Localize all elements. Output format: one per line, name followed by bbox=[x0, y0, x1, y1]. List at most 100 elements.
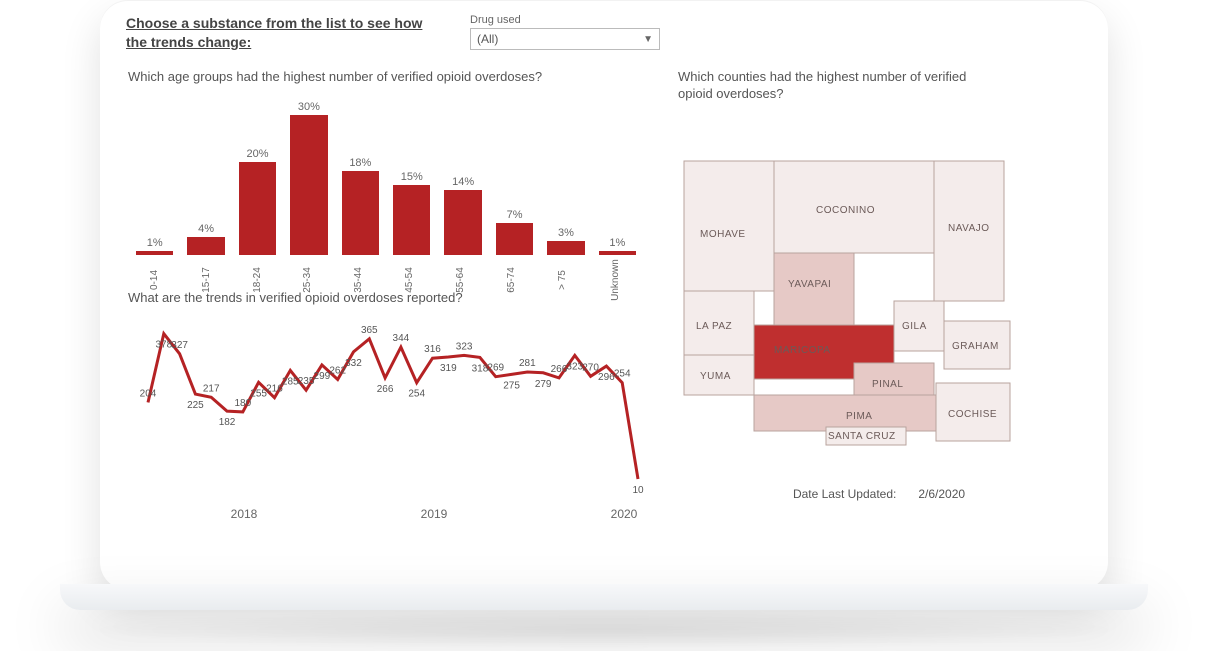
bar-rect bbox=[444, 190, 481, 255]
bar-value-label: 4% bbox=[198, 223, 214, 235]
instruction-text: Choose a substance from the list to see … bbox=[126, 14, 446, 52]
trend-point-label: 262 bbox=[329, 365, 346, 376]
bar-category-label: 15-17 bbox=[200, 268, 210, 294]
bar-65-74[interactable]: 7% bbox=[496, 209, 533, 256]
county-label: COCHISE bbox=[948, 409, 997, 420]
trend-point-label: 316 bbox=[424, 344, 441, 355]
bar-category-label: 0-14 bbox=[149, 270, 159, 290]
bar-rect bbox=[239, 162, 276, 255]
bar-value-label: 30% bbox=[298, 101, 320, 113]
trend-line bbox=[148, 334, 638, 479]
bar-category-label: 25-34 bbox=[302, 268, 312, 294]
drug-filter-label: Drug used bbox=[470, 14, 660, 26]
bar-rect bbox=[393, 185, 430, 255]
bar-category-label: 18-24 bbox=[251, 268, 261, 294]
updated-label: Date Last Updated: bbox=[793, 487, 896, 501]
drug-filter-select[interactable]: (All) ▼ bbox=[470, 28, 660, 50]
trend-point-label: 266 bbox=[377, 384, 394, 395]
trend-point-label: 275 bbox=[503, 380, 520, 391]
trend-point-label: 204 bbox=[140, 388, 157, 399]
county-label: COCONINO bbox=[816, 205, 875, 216]
trend-point-label: 323 bbox=[566, 361, 583, 372]
trend-point-label: 182 bbox=[219, 417, 236, 428]
bar-55-64[interactable]: 14% bbox=[444, 176, 481, 255]
laptop-screen: Choose a substance from the list to see … bbox=[100, 0, 1108, 590]
trend-point-label: 327 bbox=[171, 340, 188, 351]
header: Choose a substance from the list to see … bbox=[126, 14, 1082, 52]
bar-rect bbox=[290, 115, 327, 255]
trend-point-label: 296 bbox=[598, 372, 615, 383]
bar-35-44[interactable]: 18% bbox=[342, 157, 379, 255]
trend-point-label: 235 bbox=[298, 376, 315, 387]
trend-line-chart: 2043783272252171821802552162852352992623… bbox=[126, 311, 646, 511]
trend-point-label: 180 bbox=[234, 398, 251, 409]
trend-point-label: 365 bbox=[361, 325, 378, 336]
laptop-base bbox=[60, 584, 1148, 610]
trend-point-label: 344 bbox=[393, 333, 410, 344]
trend-point-label: 266 bbox=[551, 364, 568, 375]
bar-category-label: 45-54 bbox=[404, 268, 414, 294]
county-label: MOHAVE bbox=[700, 229, 746, 240]
updated-value: 2/6/2020 bbox=[918, 487, 965, 501]
trend-point-label: 254 bbox=[614, 369, 631, 380]
bar-25-34[interactable]: 30% bbox=[290, 101, 327, 255]
year-tick: 2020 bbox=[611, 507, 638, 521]
bar-value-label: 1% bbox=[147, 237, 163, 249]
county-label: GRAHAM bbox=[952, 341, 999, 352]
bar-45-54[interactable]: 15% bbox=[393, 171, 430, 255]
county-label: GILA bbox=[902, 321, 927, 332]
drug-filter: Drug used (All) ▼ bbox=[470, 14, 660, 50]
laptop-shadow bbox=[80, 610, 1128, 650]
bar-rect bbox=[496, 223, 533, 256]
bar-category-label: 65-74 bbox=[506, 268, 516, 294]
trend-point-label: 378 bbox=[155, 340, 172, 351]
bar-value-label: 15% bbox=[401, 171, 423, 183]
bar-value-label: 14% bbox=[452, 176, 474, 188]
county-label: NAVAJO bbox=[948, 223, 990, 234]
drug-filter-value: (All) bbox=[477, 32, 498, 46]
stage: Choose a substance from the list to see … bbox=[0, 0, 1208, 651]
bar-value-label: 7% bbox=[507, 209, 523, 221]
question-age: Which age groups had the highest number … bbox=[128, 68, 646, 86]
trend-point-label: 332 bbox=[345, 358, 362, 369]
county-label: MARICOPA bbox=[774, 345, 831, 356]
county-label: LA PAZ bbox=[696, 321, 732, 332]
bar-category-label: > 75 bbox=[557, 270, 567, 290]
bar-value-label: 20% bbox=[247, 148, 269, 160]
trend-point-label: 217 bbox=[203, 383, 220, 394]
county-label: PINAL bbox=[872, 379, 903, 390]
trend-point-label: 319 bbox=[440, 363, 457, 374]
county-label: YAVAPAI bbox=[788, 279, 831, 290]
county-map: MOHAVE COCONINO NAVAJO YAVAPAI LA PAZ MA… bbox=[676, 131, 1082, 451]
question-county: Which counties had the highest number of… bbox=[678, 68, 998, 103]
trend-point-label: 279 bbox=[535, 379, 552, 390]
bar-category-label: 55-64 bbox=[455, 268, 465, 294]
bar-15-17[interactable]: 4% bbox=[187, 223, 224, 256]
trend-point-label: 323 bbox=[456, 341, 473, 352]
county-label: SANTA CRUZ bbox=[828, 431, 896, 442]
trend-point-label: 299 bbox=[314, 371, 331, 382]
bar-> 75[interactable]: 3% bbox=[547, 227, 584, 255]
age-bar-chart: 1%4%20%30%18%15%14%7%3%1% 0-1415-1718-24… bbox=[126, 89, 646, 279]
trend-point-label: 318 bbox=[472, 363, 489, 374]
left-column: Which age groups had the highest number … bbox=[126, 58, 646, 511]
trend-point-label: 269 bbox=[487, 363, 504, 374]
bar-value-label: 3% bbox=[558, 227, 574, 239]
bar-value-label: 18% bbox=[349, 157, 371, 169]
bar-18-24[interactable]: 20% bbox=[239, 148, 276, 255]
bar-rect bbox=[342, 171, 379, 255]
caret-down-icon: ▼ bbox=[643, 34, 653, 45]
county-mohave[interactable] bbox=[684, 161, 774, 291]
trend-point-label: 254 bbox=[408, 389, 425, 400]
bar-category-label: 35-44 bbox=[353, 268, 363, 294]
trend-point-label: 10 bbox=[632, 485, 644, 496]
trend-point-label: 270 bbox=[582, 362, 599, 373]
county-label: YUMA bbox=[700, 371, 731, 382]
trend-point-label: 255 bbox=[250, 388, 267, 399]
bar-category-label: Unknown bbox=[610, 259, 620, 301]
trend-point-label: 281 bbox=[519, 358, 536, 369]
county-pima[interactable] bbox=[754, 395, 936, 431]
trend-point-label: 285 bbox=[282, 376, 299, 387]
year-tick: 2019 bbox=[421, 507, 448, 521]
trend-point-label: 225 bbox=[187, 400, 204, 411]
